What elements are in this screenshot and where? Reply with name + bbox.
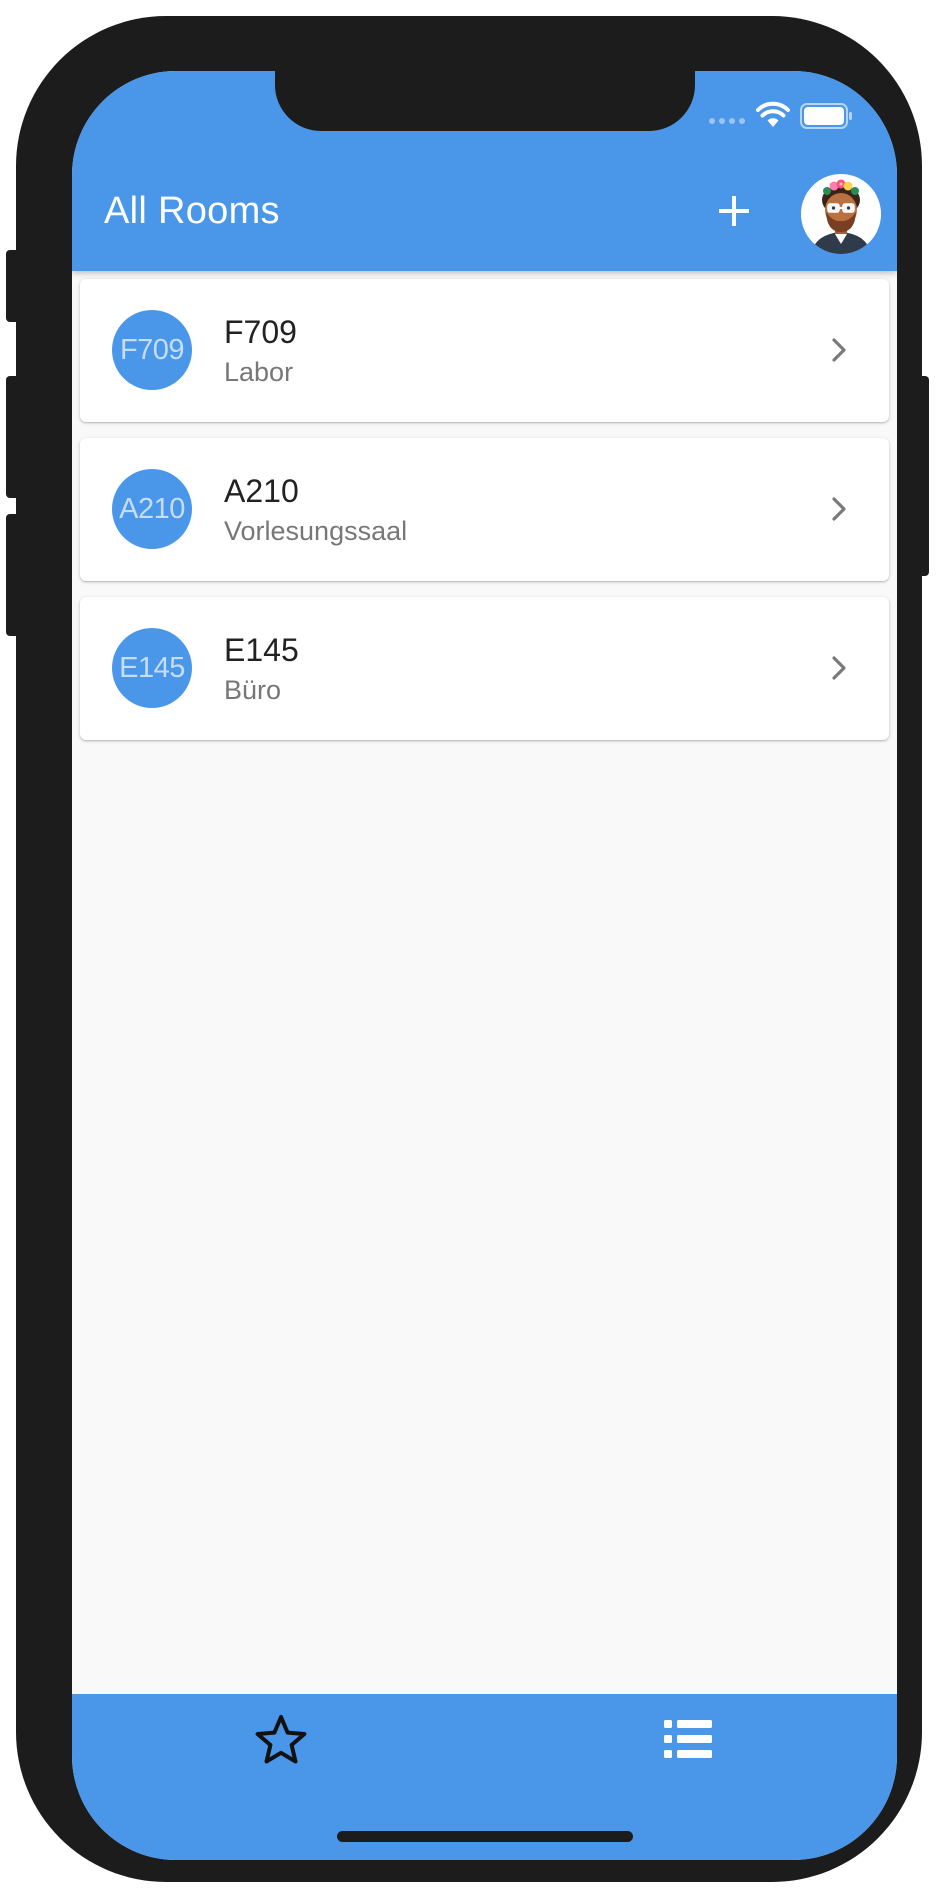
room-type: Büro xyxy=(224,675,282,705)
wifi-icon xyxy=(756,101,790,127)
chevron-right-icon xyxy=(832,497,846,521)
room-name: E145 xyxy=(224,632,299,668)
room-type: Vorlesungssaal xyxy=(224,516,408,546)
chevron-right-icon xyxy=(832,656,846,680)
room-badge: A210 xyxy=(112,469,192,549)
home-indicator[interactable] xyxy=(337,1831,633,1842)
avatar-illustration xyxy=(801,174,881,254)
device-notch xyxy=(275,71,695,131)
room-list-item[interactable]: A210 A210 Vorlesungssaal xyxy=(80,438,889,581)
signal-dots-icon xyxy=(709,118,745,124)
room-list: F709 F709 Labor A210 A210 Vorlesungssaal… xyxy=(80,279,889,756)
room-list-item[interactable]: E145 E145 Büro xyxy=(80,597,889,740)
page-title: All Rooms xyxy=(104,190,280,232)
list-icon xyxy=(664,1720,712,1758)
nav-favorites-button[interactable] xyxy=(252,1712,310,1770)
chevron-right-icon xyxy=(832,338,846,362)
app-bar: All Rooms xyxy=(72,71,897,271)
room-list-item[interactable]: F709 F709 Labor xyxy=(80,279,889,422)
battery-icon xyxy=(800,103,852,129)
room-name: A210 xyxy=(224,473,299,509)
room-badge: E145 xyxy=(112,628,192,708)
app-screen: All Rooms F709 F709 Labor A210 A210 Vorl… xyxy=(72,71,897,1860)
room-badge: F709 xyxy=(112,310,192,390)
add-room-button[interactable] xyxy=(710,187,758,235)
room-type: Labor xyxy=(224,357,294,387)
nav-all-rooms-button[interactable] xyxy=(662,1716,714,1762)
plus-icon xyxy=(719,196,749,226)
star-icon xyxy=(255,1715,307,1764)
bottom-navigation xyxy=(72,1694,897,1860)
phone-frame: All Rooms F709 F709 Labor A210 A210 Vorl… xyxy=(16,16,922,1882)
room-name: F709 xyxy=(224,314,297,350)
user-avatar[interactable] xyxy=(801,174,881,254)
